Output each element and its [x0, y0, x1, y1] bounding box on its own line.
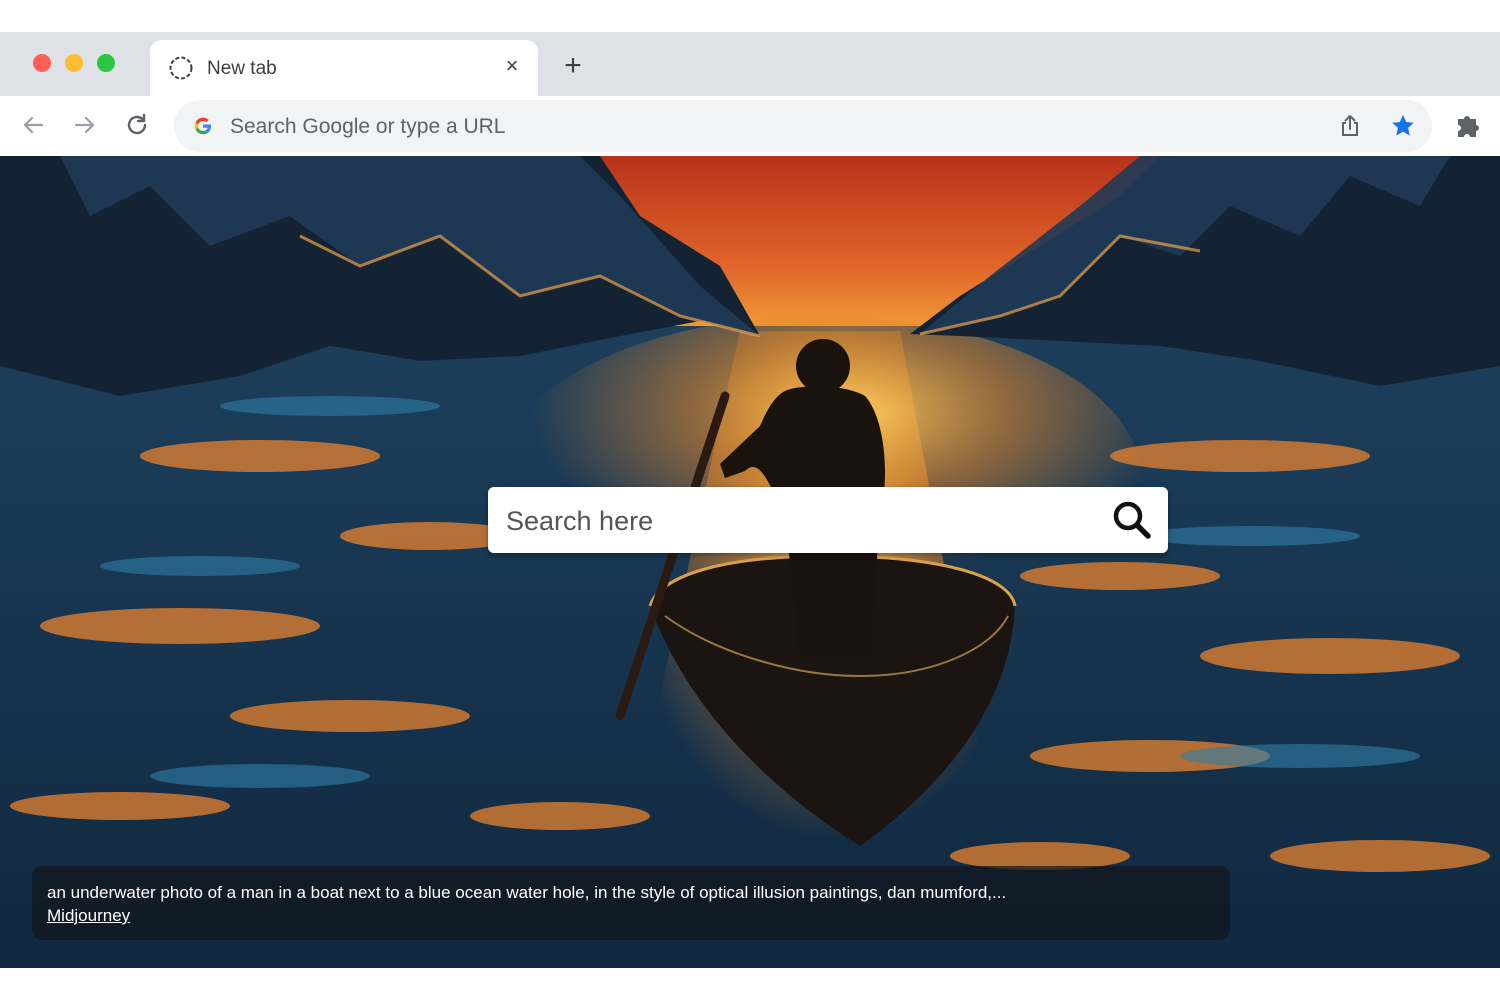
new-tab-button[interactable]: +	[558, 51, 588, 81]
search-input[interactable]	[504, 501, 1088, 541]
caption-text: an underwater photo of a man in a boat n…	[47, 883, 1007, 902]
search-box[interactable]	[488, 487, 1168, 553]
address-input[interactable]	[228, 110, 1312, 144]
star-icon[interactable]	[1389, 112, 1417, 140]
browser-toolbar	[0, 96, 1500, 156]
tab-title: New tab	[207, 58, 277, 79]
minimize-window-button[interactable]	[65, 54, 83, 72]
new-tab-page: an underwater photo of a man in a boat n…	[0, 156, 1500, 968]
forward-arrow-icon[interactable]	[70, 110, 100, 140]
background-wallpaper	[0, 156, 1500, 968]
globe-icon	[169, 56, 193, 80]
address-bar[interactable]	[174, 100, 1432, 152]
magnifier-icon[interactable]	[1110, 499, 1154, 541]
reload-icon[interactable]	[122, 110, 152, 140]
tab-new-tab[interactable]: New tab ×	[150, 40, 538, 96]
zoom-window-button[interactable]	[97, 54, 115, 72]
share-icon[interactable]	[1337, 113, 1363, 139]
back-arrow-icon[interactable]	[18, 110, 48, 140]
google-g-icon	[194, 117, 211, 135]
close-window-button[interactable]	[33, 54, 51, 72]
caption-source-link[interactable]: Midjourney	[47, 906, 130, 926]
wallpaper-caption: an underwater photo of a man in a boat n…	[32, 866, 1230, 940]
tab-close-button[interactable]: ×	[500, 54, 524, 78]
puzzle-extension-icon[interactable]	[1452, 109, 1484, 141]
